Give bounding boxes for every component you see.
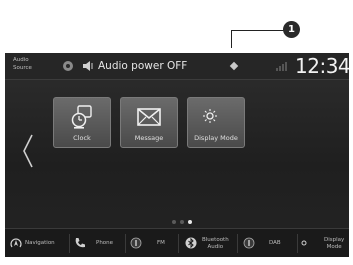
page-dot (180, 220, 184, 224)
dab-button[interactable]: DAB (243, 229, 293, 257)
clock-tile-label: Clock (73, 134, 91, 142)
audio-source-label-line2: Source (13, 65, 32, 71)
bluetooth-audio-label: Bluetooth Audio (202, 229, 229, 257)
divider (178, 234, 179, 253)
previous-page-arrow-icon[interactable] (21, 133, 35, 169)
navigation-button[interactable]: Navigation (10, 229, 66, 257)
signal-strength-icon (276, 62, 287, 71)
clock-icon (71, 105, 92, 129)
callout-leader-line (231, 30, 287, 48)
status-indicator-icon (229, 61, 239, 71)
status-bar: Audio Source Audio power OFF 12:34 (5, 53, 349, 80)
phone-label: Phone (96, 240, 114, 246)
page-dot (172, 220, 176, 224)
clock-display: 12:34 (295, 54, 349, 78)
display-mode-tile-label: Display Mode (194, 134, 238, 142)
callout-number: 1 (283, 21, 300, 38)
bluetooth-audio-button[interactable]: Bluetooth Audio (185, 229, 235, 257)
display-mode-label: Display Mode (324, 229, 344, 257)
fm-icon (130, 237, 142, 249)
power-status-icon (63, 61, 73, 71)
navigation-label: Navigation (25, 240, 55, 246)
divider (237, 234, 238, 253)
audio-source-button[interactable]: Audio Source (13, 56, 47, 72)
dab-icon (243, 237, 255, 249)
bluetooth-audio-label-line1: Bluetooth (202, 236, 229, 243)
divider (69, 234, 70, 253)
page-indicator (172, 220, 198, 226)
speaker-icon (83, 61, 93, 71)
bluetooth-icon (185, 237, 197, 249)
fm-label: FM (157, 240, 165, 246)
sun-moon-icon (203, 109, 227, 123)
message-tile-label: Message (134, 134, 164, 142)
divider (125, 234, 126, 253)
display-mode-tile[interactable]: Display Mode (187, 97, 245, 148)
bottom-shortcut-bar: Navigation Phone FM Bluetooth Audio DAB … (5, 228, 349, 257)
phone-icon (75, 238, 85, 248)
envelope-icon (137, 108, 161, 126)
display-mode-button[interactable]: Display Mode (300, 229, 348, 257)
divider (297, 234, 298, 253)
navigation-icon (10, 238, 22, 248)
message-tile[interactable]: Message (120, 97, 178, 148)
display-mode-label-line2: Mode (326, 243, 342, 250)
clock-tile[interactable]: Clock (53, 97, 111, 148)
display-mode-label-line1: Display (324, 236, 345, 243)
audio-status-text: Audio power OFF (98, 60, 188, 72)
bluetooth-audio-label-line2: Audio (207, 243, 224, 250)
audio-source-label-line1: Audio (13, 57, 29, 63)
page-dot-active (188, 220, 192, 224)
display-mode-icon (301, 239, 314, 247)
phone-button[interactable]: Phone (74, 229, 124, 257)
dab-label: DAB (269, 240, 281, 246)
fm-button[interactable]: FM (130, 229, 175, 257)
head-unit-screen: Audio Source Audio power OFF 12:34 Clock… (5, 53, 349, 257)
